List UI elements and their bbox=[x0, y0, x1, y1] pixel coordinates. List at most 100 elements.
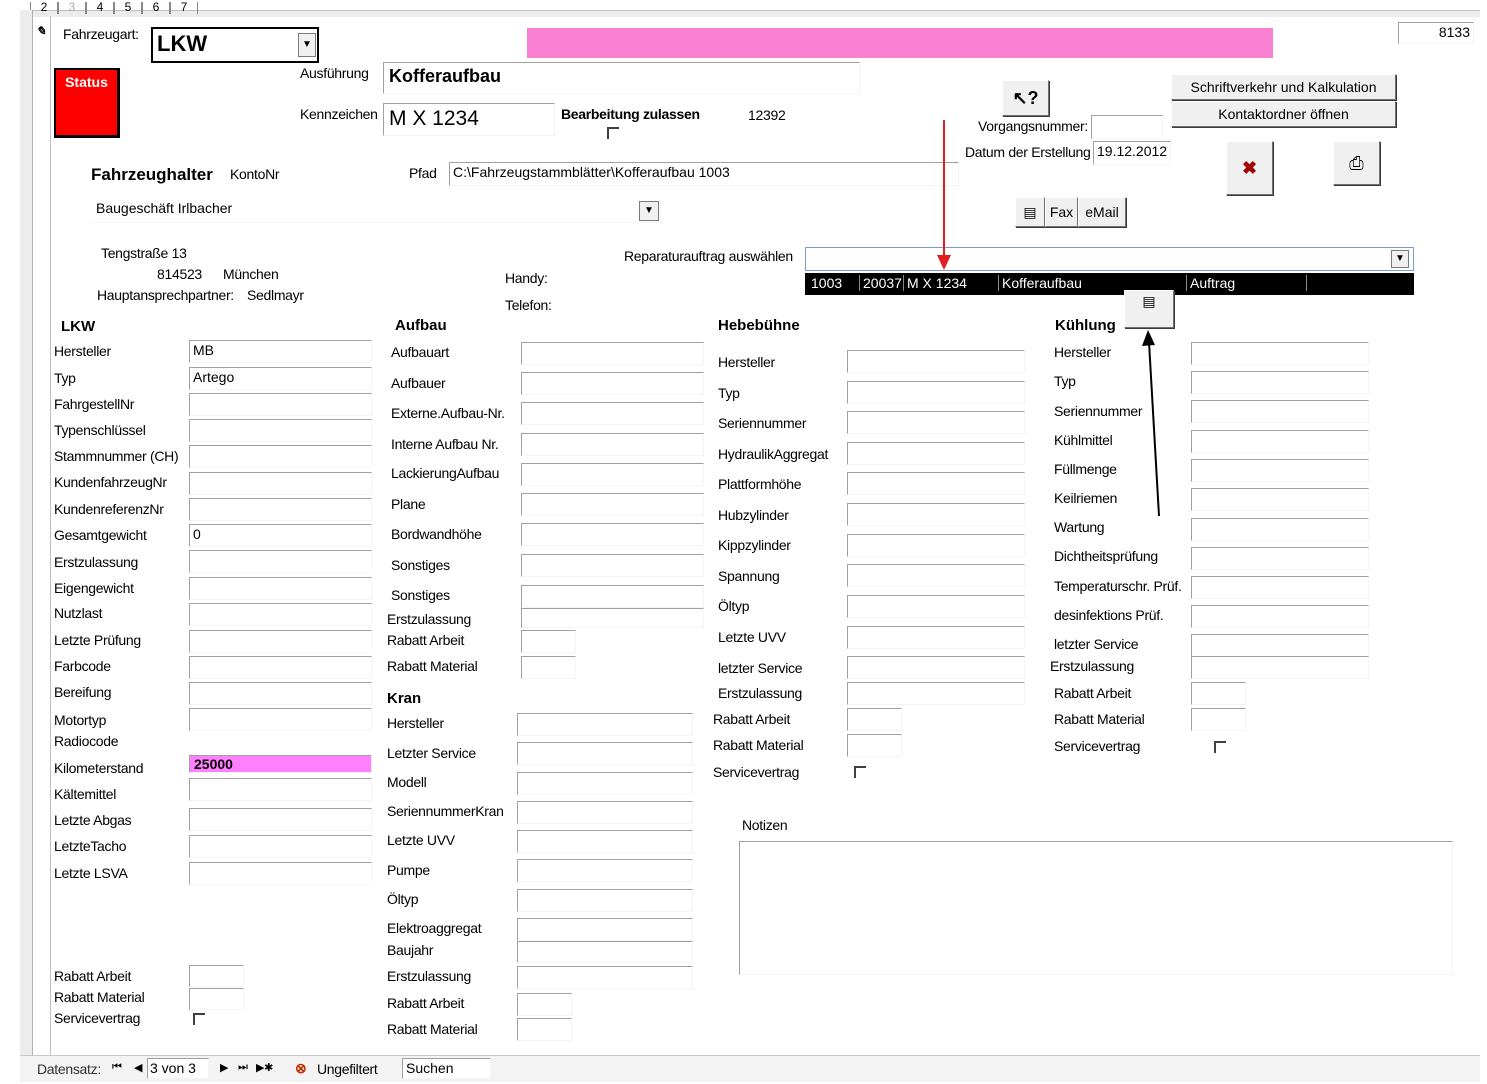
last-record-icon[interactable]: ⏭ bbox=[238, 1061, 248, 1074]
notizen-label: Notizen bbox=[742, 817, 788, 833]
hebebuehne-field[interactable] bbox=[847, 595, 1025, 618]
kran-field[interactable] bbox=[517, 830, 693, 853]
lkw-field[interactable]: MB bbox=[189, 340, 372, 363]
new-record-icon[interactable]: ▶✱ bbox=[256, 1061, 273, 1074]
kuehlung-field[interactable] bbox=[1191, 576, 1369, 599]
kuehlung-field[interactable] bbox=[1191, 605, 1369, 628]
kuehlung-field[interactable] bbox=[1191, 518, 1369, 541]
lkw-field[interactable] bbox=[189, 835, 372, 858]
lkw-field[interactable]: 25000 bbox=[189, 755, 372, 773]
kran-field[interactable] bbox=[517, 918, 693, 941]
kuehlung-servicevertrag-checkbox[interactable] bbox=[1214, 741, 1226, 753]
aufbau-field[interactable] bbox=[521, 630, 576, 653]
aufbau-field[interactable] bbox=[521, 523, 704, 546]
kran-field[interactable] bbox=[517, 713, 693, 736]
lkw-field[interactable]: Artego bbox=[189, 367, 372, 390]
kuehlung-field[interactable] bbox=[1191, 547, 1369, 570]
lkw-field[interactable] bbox=[189, 498, 372, 521]
kran-label: Letzter Service bbox=[387, 745, 476, 761]
lkw-field[interactable] bbox=[189, 630, 372, 653]
hebebuehne-field[interactable] bbox=[847, 350, 1025, 373]
hebebuehne-servicevertrag-checkbox[interactable] bbox=[854, 766, 866, 778]
lkw-servicevertrag-checkbox[interactable] bbox=[193, 1013, 205, 1025]
lkw-rabatt-arbeit-field[interactable] bbox=[189, 965, 244, 987]
lkw-field[interactable] bbox=[189, 682, 372, 705]
lkw-label: Letzte Abgas bbox=[54, 812, 132, 828]
kran-field[interactable] bbox=[517, 772, 693, 795]
hebebuehne-label: Rabatt Arbeit bbox=[713, 711, 791, 727]
aufbau-field[interactable] bbox=[521, 433, 704, 456]
lkw-field[interactable] bbox=[189, 550, 372, 573]
kran-field[interactable] bbox=[517, 889, 693, 912]
filter-icon[interactable]: ⊗ bbox=[295, 1060, 307, 1077]
kuehlung-field[interactable] bbox=[1191, 400, 1369, 423]
hebebuehne-field[interactable] bbox=[847, 626, 1025, 649]
lkw-field[interactable]: 0 bbox=[189, 524, 372, 547]
hebebuehne-field[interactable] bbox=[847, 734, 902, 757]
kran-field[interactable] bbox=[517, 993, 572, 1016]
hebebuehne-field[interactable] bbox=[847, 411, 1025, 434]
hebebuehne-field[interactable] bbox=[847, 682, 1025, 705]
hebebuehne-field[interactable] bbox=[847, 472, 1025, 495]
first-record-icon[interactable]: ⏮ bbox=[112, 1061, 122, 1074]
lkw-field[interactable] bbox=[189, 393, 372, 416]
kuehlung-field[interactable] bbox=[1191, 488, 1369, 511]
kuehlung-label: Kühlmittel bbox=[1054, 432, 1113, 448]
lkw-field[interactable] bbox=[189, 603, 372, 626]
aufbau-field[interactable] bbox=[521, 585, 704, 608]
kran-field[interactable] bbox=[517, 941, 693, 963]
kran-label: Elektroaggregat bbox=[387, 920, 482, 936]
lkw-field[interactable] bbox=[189, 656, 372, 679]
hebebuehne-field[interactable] bbox=[847, 708, 902, 731]
kuehlung-label: Rabatt Material bbox=[1054, 711, 1145, 727]
search-input[interactable]: Suchen bbox=[402, 1058, 491, 1079]
hebebuehne-field[interactable] bbox=[847, 564, 1025, 587]
kuehlung-field[interactable] bbox=[1191, 430, 1369, 453]
record-position-field[interactable]: 3 von 3 bbox=[147, 1058, 209, 1079]
kran-field[interactable] bbox=[517, 742, 693, 765]
kuehlung-field[interactable] bbox=[1191, 371, 1369, 394]
lkw-field[interactable] bbox=[189, 419, 372, 442]
hebebuehne-field[interactable] bbox=[847, 442, 1025, 465]
kuehlung-field[interactable] bbox=[1191, 634, 1369, 657]
kuehlung-field[interactable] bbox=[1191, 682, 1246, 705]
kran-label: SeriennummerKran bbox=[387, 803, 504, 819]
lkw-field[interactable] bbox=[189, 445, 372, 468]
aufbau-field[interactable] bbox=[521, 402, 704, 425]
aufbau-field[interactable] bbox=[521, 656, 576, 679]
kran-label: Modell bbox=[387, 774, 427, 790]
next-record-icon[interactable]: ▶ bbox=[220, 1061, 228, 1074]
red-arrow-head bbox=[937, 255, 951, 270]
aufbau-field[interactable] bbox=[521, 608, 704, 628]
aufbau-field[interactable] bbox=[521, 372, 704, 395]
notizen-field[interactable] bbox=[739, 841, 1453, 975]
kuehlung-field[interactable] bbox=[1191, 459, 1369, 482]
lkw-rabatt-material-label: Rabatt Material bbox=[54, 989, 145, 1005]
kuehlung-field[interactable] bbox=[1191, 656, 1369, 679]
hebebuehne-field[interactable] bbox=[847, 656, 1025, 679]
lkw-field[interactable] bbox=[189, 808, 372, 831]
lkw-field[interactable] bbox=[189, 472, 372, 495]
kuehlung-field[interactable] bbox=[1191, 708, 1246, 731]
kuehlung-label: letzter Service bbox=[1054, 636, 1139, 652]
lkw-field[interactable] bbox=[189, 708, 372, 731]
kuehlung-label: Hersteller bbox=[1054, 344, 1111, 360]
kuehlung-field[interactable] bbox=[1191, 342, 1369, 365]
lkw-field[interactable] bbox=[189, 577, 372, 600]
aufbau-field[interactable] bbox=[521, 493, 704, 516]
hebebuehne-field[interactable] bbox=[847, 381, 1025, 404]
filter-status[interactable]: Ungefiltert bbox=[317, 1061, 378, 1077]
aufbau-field[interactable] bbox=[521, 554, 704, 577]
kran-field[interactable] bbox=[517, 801, 693, 824]
lkw-field[interactable] bbox=[189, 778, 372, 801]
aufbau-field[interactable] bbox=[521, 342, 704, 365]
lkw-rabatt-material-field[interactable] bbox=[189, 988, 244, 1010]
kran-field[interactable] bbox=[517, 859, 693, 882]
lkw-field[interactable] bbox=[189, 862, 372, 885]
aufbau-field[interactable] bbox=[521, 463, 704, 486]
kran-field[interactable] bbox=[517, 1018, 572, 1041]
prev-record-icon[interactable]: ◀ bbox=[134, 1061, 142, 1074]
hebebuehne-field[interactable] bbox=[847, 503, 1025, 526]
hebebuehne-field[interactable] bbox=[847, 534, 1025, 557]
kran-field[interactable] bbox=[517, 966, 693, 989]
